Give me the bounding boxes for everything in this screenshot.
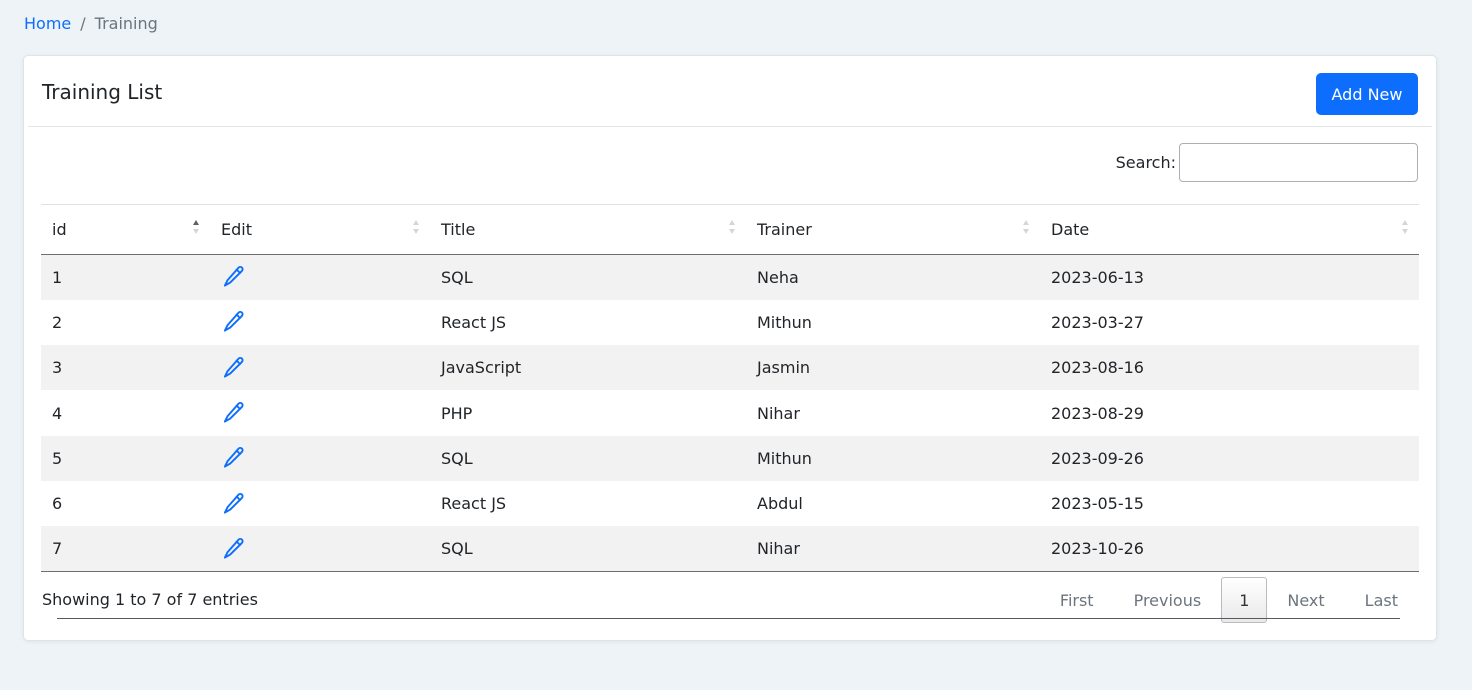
- column-header-id[interactable]: id: [41, 205, 210, 255]
- column-header-trainer[interactable]: Trainer: [746, 205, 1040, 255]
- pagination-next[interactable]: Next: [1267, 577, 1344, 623]
- page-title: Training List: [42, 80, 163, 104]
- cell-date: 2023-10-26: [1051, 539, 1144, 559]
- table-row: 7 SQL Nihar 2023-10-26: [41, 526, 1419, 572]
- cell-trainer: Mithun: [757, 448, 812, 468]
- sort-icon: [1401, 220, 1409, 238]
- cell-edit: [210, 436, 430, 481]
- cell-id: 1: [52, 267, 63, 287]
- column-header-label: id: [52, 220, 67, 239]
- card-header-divider: [28, 126, 1432, 127]
- cell-title: SQL: [441, 267, 473, 287]
- sort-ascending-icon: [192, 220, 200, 238]
- cell-id: 2: [52, 312, 63, 332]
- cell-id: 7: [52, 539, 63, 559]
- cell-date: 2023-09-26: [1051, 448, 1144, 468]
- cell-title: JavaScript: [441, 358, 522, 378]
- column-header-date[interactable]: Date: [1040, 205, 1419, 255]
- cell-edit: [210, 255, 430, 300]
- table-row: 6 React JS Abdul 2023-05-15: [41, 481, 1419, 526]
- pencil-icon[interactable]: [221, 355, 247, 381]
- pagination-first[interactable]: First: [1040, 577, 1114, 623]
- cell-edit: [210, 526, 430, 571]
- column-header-label: Title: [441, 220, 476, 239]
- training-list-card: Training List Add New Search: id Edit Ti…: [23, 55, 1437, 641]
- pencil-icon[interactable]: [221, 400, 247, 426]
- cell-trainer: Nihar: [757, 539, 800, 559]
- cell-title: SQL: [441, 448, 473, 468]
- search-input[interactable]: [1179, 143, 1418, 182]
- pencil-icon[interactable]: [221, 491, 247, 517]
- search-label: Search:: [1115, 153, 1176, 172]
- table-row: 1 SQL Neha 2023-06-13: [41, 254, 1419, 300]
- pagination-previous[interactable]: Previous: [1114, 577, 1222, 623]
- pagination-divider: [57, 618, 1400, 619]
- breadcrumb-home-link[interactable]: Home: [24, 13, 71, 35]
- cell-id: 6: [52, 494, 63, 514]
- cell-title: React JS: [441, 312, 507, 332]
- cell-date: 2023-08-29: [1051, 403, 1144, 423]
- table-info: Showing 1 to 7 of 7 entries: [42, 590, 258, 609]
- add-new-button[interactable]: Add New: [1316, 73, 1418, 115]
- table-header-row: id Edit Title Trainer Date: [41, 204, 1419, 255]
- search-area: Search:: [1116, 143, 1418, 182]
- table-row: 3 JavaScript Jasmin 2023-08-16: [41, 345, 1419, 391]
- cell-title: SQL: [441, 539, 473, 559]
- cell-id: 4: [52, 403, 63, 423]
- cell-edit: [210, 345, 430, 390]
- table-row: 4 PHP Nihar 2023-08-29: [41, 390, 1419, 435]
- breadcrumb: Home / Training: [24, 13, 158, 35]
- cell-title: PHP: [441, 403, 473, 423]
- cell-trainer: Jasmin: [757, 358, 811, 378]
- breadcrumb-current: Training: [94, 14, 158, 33]
- cell-trainer: Neha: [757, 267, 799, 287]
- pagination-last[interactable]: Last: [1345, 577, 1418, 623]
- cell-edit: [210, 481, 430, 526]
- column-header-edit[interactable]: Edit: [210, 205, 430, 255]
- sort-icon: [1022, 220, 1030, 238]
- cell-title: React JS: [441, 494, 507, 514]
- cell-edit: [210, 300, 430, 345]
- column-header-label: Trainer: [757, 220, 812, 239]
- pencil-icon[interactable]: [221, 536, 247, 562]
- cell-id: 3: [52, 358, 63, 378]
- pencil-icon[interactable]: [221, 309, 247, 335]
- breadcrumb-separator: /: [80, 14, 86, 33]
- pagination: First Previous 1 Next Last: [1040, 577, 1418, 623]
- pencil-icon[interactable]: [221, 264, 247, 290]
- table-row: 2 React JS Mithun 2023-03-27: [41, 300, 1419, 345]
- cell-id: 5: [52, 448, 63, 468]
- sort-icon: [728, 220, 736, 238]
- sort-icon: [412, 220, 420, 238]
- column-header-title[interactable]: Title: [430, 205, 746, 255]
- cell-trainer: Nihar: [757, 403, 800, 423]
- cell-date: 2023-03-27: [1051, 312, 1144, 332]
- cell-trainer: Abdul: [757, 494, 803, 514]
- cell-date: 2023-05-15: [1051, 494, 1144, 514]
- column-header-label: Date: [1051, 220, 1090, 239]
- pagination-current-page[interactable]: 1: [1221, 577, 1268, 623]
- cell-edit: [210, 390, 430, 435]
- table-row: 5 SQL Mithun 2023-09-26: [41, 435, 1419, 481]
- training-table: id Edit Title Trainer Date 1 SQL Neha 20…: [41, 204, 1419, 573]
- cell-date: 2023-06-13: [1051, 267, 1144, 287]
- pencil-icon[interactable]: [221, 445, 247, 471]
- cell-trainer: Mithun: [757, 312, 812, 332]
- cell-date: 2023-08-16: [1051, 358, 1144, 378]
- column-header-label: Edit: [221, 220, 252, 239]
